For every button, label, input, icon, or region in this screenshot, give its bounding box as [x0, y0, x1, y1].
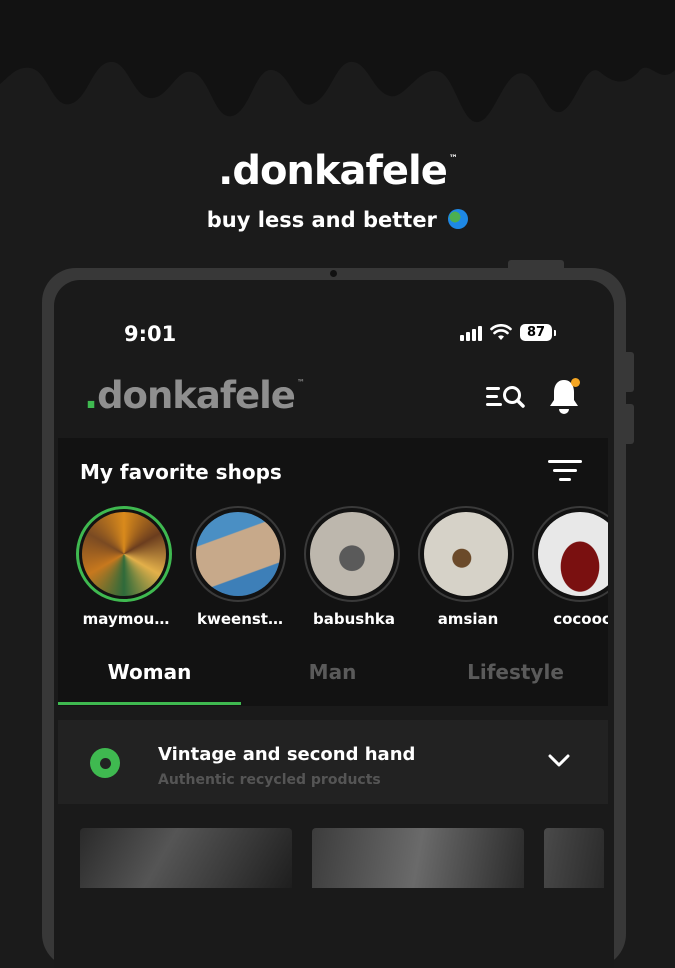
status-icons: 87 — [460, 324, 556, 341]
shop-avatar-ring — [190, 506, 286, 602]
shop-avatar-ring — [532, 506, 608, 602]
shop-item[interactable]: maymou… — [76, 506, 176, 628]
product-thumbnail[interactable] — [312, 828, 524, 888]
wifi-icon — [490, 324, 512, 340]
product-thumbnail[interactable] — [544, 828, 604, 888]
gender-tabs: Woman Man Lifestyle — [58, 652, 608, 706]
shop-item[interactable]: kweenst… — [190, 506, 290, 628]
shops-carousel[interactable]: maymou… kweenst… babushka amsian cocooc — [76, 506, 608, 636]
filter-icon[interactable] — [548, 460, 582, 486]
drip-decoration — [0, 0, 675, 123]
shop-name: maymou… — [82, 610, 170, 628]
notification-badge — [571, 378, 580, 387]
shop-avatar — [424, 512, 508, 596]
tab-woman[interactable]: Woman — [58, 652, 241, 706]
product-thumbnails — [54, 828, 614, 888]
shop-avatar — [538, 512, 608, 596]
shop-item[interactable]: cocooc — [532, 506, 608, 628]
shop-name: kweenst… — [197, 610, 283, 628]
radio-selected-icon[interactable] — [90, 748, 120, 778]
shop-name: amsian — [437, 610, 499, 628]
shop-avatar — [196, 512, 280, 596]
shop-avatar-ring — [418, 506, 514, 602]
shop-avatar-ring — [304, 506, 400, 602]
app-logo[interactable]: .donkafele ™ — [84, 374, 305, 417]
tab-lifestyle[interactable]: Lifestyle — [424, 652, 607, 706]
shop-name: babushka — [313, 610, 395, 628]
category-subtitle: Authentic recycled products — [158, 772, 381, 788]
phone-camera — [330, 270, 337, 277]
favorite-shops-card: My favorite shops maymou… kweenst… babus… — [58, 438, 608, 706]
signal-icon — [460, 325, 482, 341]
phone-frame: 9:01 87 .donkafele ™ My favorite shops m… — [42, 268, 626, 968]
shop-avatar-ring — [76, 506, 172, 602]
favorite-shops-title: My favorite shops — [80, 460, 282, 484]
search-list-icon[interactable] — [484, 382, 526, 412]
shop-item[interactable]: babushka — [304, 506, 404, 628]
tab-man[interactable]: Man — [241, 652, 424, 706]
globe-icon — [448, 209, 469, 229]
active-tab-indicator — [58, 702, 241, 705]
shop-avatar — [82, 512, 166, 596]
chevron-down-icon[interactable] — [546, 750, 572, 770]
phone-screen: 9:01 87 .donkafele ™ My favorite shops m… — [54, 280, 614, 968]
shop-item[interactable]: amsian — [418, 506, 518, 628]
product-thumbnail[interactable] — [80, 828, 292, 888]
shop-avatar — [310, 512, 394, 596]
shop-name: cocooc — [553, 610, 608, 628]
category-title: Vintage and second hand — [158, 744, 416, 765]
status-time: 9:01 — [124, 322, 177, 346]
promo-logo: .donkafele ™ — [218, 148, 458, 194]
category-row[interactable]: Vintage and second hand Authentic recycl… — [58, 720, 608, 804]
notifications-button[interactable] — [546, 376, 582, 416]
battery-icon: 87 — [520, 324, 556, 341]
tagline: buy less and better — [0, 208, 675, 232]
